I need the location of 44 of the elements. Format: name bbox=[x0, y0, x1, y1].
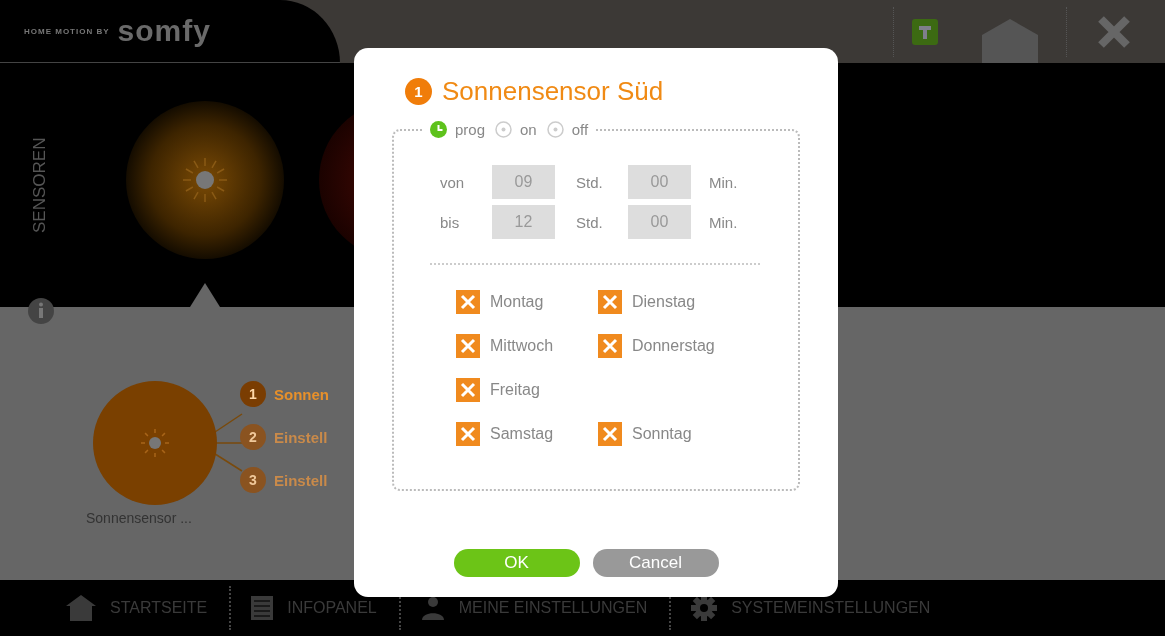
tagline: HOME MOTION BY bbox=[24, 26, 110, 36]
day-checkbox[interactable]: Montag bbox=[456, 290, 598, 314]
house-icon[interactable] bbox=[982, 19, 1038, 63]
step-label[interactable]: Sonnen bbox=[274, 385, 329, 403]
dialog-title: Sonnensensor Süd bbox=[442, 76, 664, 107]
close-icon[interactable] bbox=[1097, 14, 1131, 49]
step-number[interactable]: 2 bbox=[240, 424, 266, 450]
panel-title: SENSOREN bbox=[30, 136, 50, 233]
hours-field[interactable]: 09 bbox=[492, 165, 555, 199]
unit-label: Std. bbox=[575, 213, 604, 231]
day-checkbox[interactable]: Samstag bbox=[456, 422, 598, 446]
minutes-field[interactable]: 00 bbox=[628, 165, 691, 199]
day-checkbox[interactable]: Donnerstag bbox=[598, 334, 740, 358]
day-checkbox[interactable]: Dienstag bbox=[598, 290, 740, 314]
day-checkbox[interactable]: Sonntag bbox=[598, 422, 740, 446]
nav-item[interactable]: MEINE EINSTELLUNGEN bbox=[400, 588, 670, 628]
step-label[interactable]: Einstell bbox=[274, 428, 328, 446]
cancel-button[interactable]: Cancel bbox=[592, 549, 719, 577]
unit-label: Std. bbox=[575, 173, 604, 191]
mode-option[interactable]: off bbox=[546, 121, 589, 138]
day-checkbox[interactable]: Mittwoch bbox=[456, 334, 598, 358]
gear-icon bbox=[691, 595, 718, 621]
nav-item[interactable]: STARTSEITE bbox=[0, 588, 230, 628]
unit-label: Min. bbox=[708, 213, 739, 231]
list-icon bbox=[251, 596, 274, 620]
hours-field[interactable]: 12 bbox=[492, 205, 555, 239]
house-icon bbox=[66, 595, 96, 621]
unit-label: Min. bbox=[708, 173, 739, 191]
step-label[interactable]: Einstell bbox=[274, 471, 328, 489]
brand-logo: somfy bbox=[117, 14, 211, 48]
person-icon bbox=[420, 596, 445, 620]
sun-sensor-icon[interactable] bbox=[125, 100, 285, 260]
step-number[interactable]: 3 bbox=[240, 467, 266, 493]
day-checkbox[interactable]: Freitag bbox=[456, 378, 598, 402]
step-badge: 1 bbox=[405, 78, 432, 105]
minutes-field[interactable]: 00 bbox=[628, 205, 691, 239]
ok-button[interactable]: OK bbox=[453, 549, 580, 577]
time-label: bis bbox=[440, 213, 461, 231]
step-number[interactable]: 1 bbox=[240, 381, 266, 407]
mode-option[interactable]: prog bbox=[430, 121, 486, 138]
t-icon[interactable] bbox=[912, 18, 938, 45]
mode-option[interactable]: on bbox=[495, 121, 537, 138]
info-icon[interactable] bbox=[28, 298, 54, 324]
time-label: von bbox=[440, 173, 466, 191]
